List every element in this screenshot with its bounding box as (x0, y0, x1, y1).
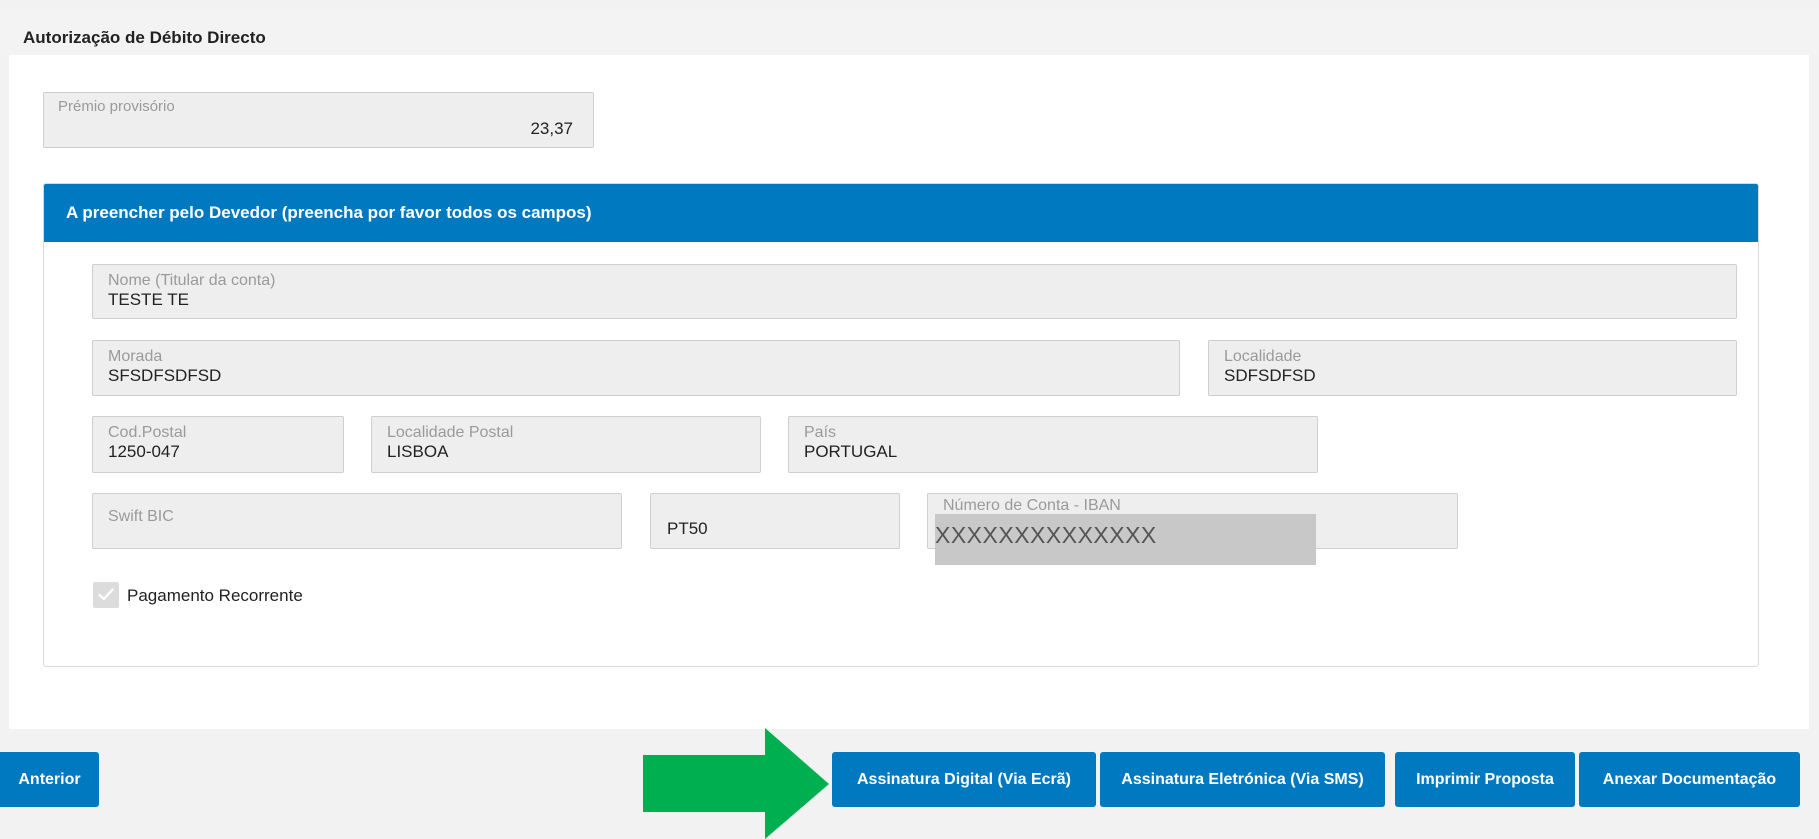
localidade-label: Localidade (1224, 348, 1302, 365)
morada-field[interactable]: Morada SFSDFSDFSD (92, 340, 1180, 396)
pais-value: PORTUGAL (804, 442, 898, 461)
localidade-postal-label: Localidade Postal (387, 424, 514, 441)
nome-titular-value: TESTE TE (108, 290, 189, 309)
imprimir-proposta-button[interactable]: Imprimir Proposta (1395, 752, 1575, 807)
section-header (0, 9, 1819, 55)
swift-bic-field[interactable]: Swift BIC (92, 493, 622, 549)
page-title: Autorização de Débito Directo (23, 28, 266, 47)
localidade-value: SDFSDFSD (1224, 366, 1316, 385)
swift-bic-label: Swift BIC (108, 508, 174, 525)
premio-provisorio-value: 23,37 (530, 119, 573, 138)
nome-titular-field[interactable]: Nome (Titular da conta) TESTE TE (92, 264, 1737, 319)
devedor-panel-title: A preencher pelo Devedor (preencha por f… (66, 203, 592, 222)
nome-titular-label: Nome (Titular da conta) (108, 272, 276, 289)
check-icon (98, 588, 114, 601)
anexar-documentacao-button[interactable]: Anexar Documentação (1579, 752, 1800, 807)
pagamento-recorrente-checkbox[interactable] (93, 582, 119, 608)
iban-label: Número de Conta - IBAN (943, 497, 1121, 514)
iban-prefix-value: PT50 (667, 519, 708, 538)
iban-masked-value: XXXXXXXXXXXXXX (935, 514, 1316, 565)
iban-prefix-field[interactable]: PT50 (650, 493, 900, 549)
morada-value: SFSDFSDFSD (108, 366, 222, 385)
assinatura-eletronica-button[interactable]: Assinatura Eletrónica (Via SMS) (1100, 752, 1385, 807)
arrow-right-icon (643, 728, 829, 839)
assinatura-digital-button[interactable]: Assinatura Digital (Via Ecrã) (832, 752, 1096, 807)
pais-label: País (804, 424, 837, 441)
localidade-postal-field[interactable]: Localidade Postal LISBOA (371, 416, 761, 473)
cod-postal-value: 1250-047 (108, 442, 180, 461)
localidade-postal-value: LISBOA (387, 442, 449, 461)
iban-mask-text: XXXXXXXXXXXXXX (935, 522, 1157, 548)
pais-field[interactable]: País PORTUGAL (788, 416, 1318, 473)
premio-provisorio-field: Prémio provisório 23,37 (43, 92, 594, 148)
pagamento-recorrente-label: Pagamento Recorrente (127, 586, 303, 605)
morada-label: Morada (108, 348, 163, 365)
cod-postal-label: Cod.Postal (108, 424, 187, 441)
premio-provisorio-label: Prémio provisório (58, 98, 175, 115)
cod-postal-field[interactable]: Cod.Postal 1250-047 (92, 416, 344, 473)
localidade-field[interactable]: Localidade SDFSDFSD (1208, 340, 1737, 396)
anterior-button[interactable]: Anterior (0, 752, 99, 807)
devedor-panel-header: A preencher pelo Devedor (preencha por f… (44, 184, 1758, 242)
